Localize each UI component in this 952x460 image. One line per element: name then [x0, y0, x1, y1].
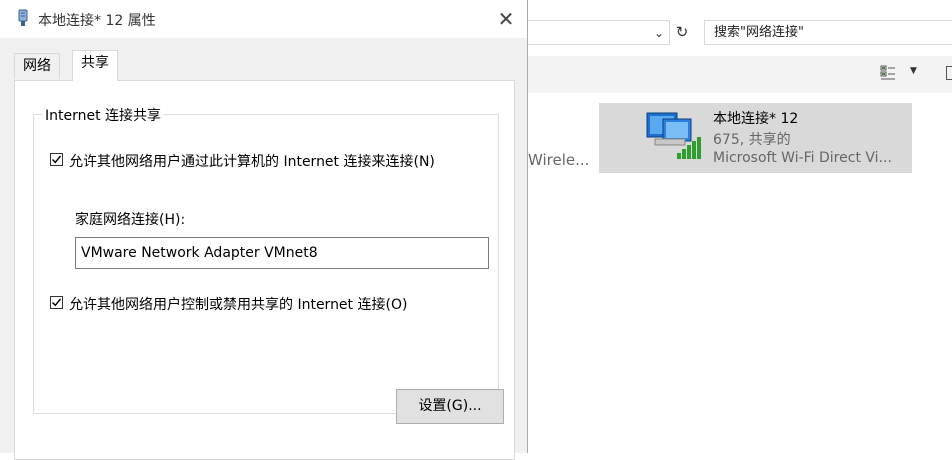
sharing-tab-panel: Internet 连接共享 允许其他网络用户通过此计算机的 Internet 连… [14, 80, 515, 460]
home-network-label: 家庭网络连接(H): [75, 212, 186, 228]
connection-device: Microsoft Wi-Fi Direct Vi... [713, 150, 892, 166]
pane-toggle-icon[interactable] [946, 66, 952, 80]
connection-status: 675, 共享的 [713, 132, 791, 148]
tab-sharing[interactable]: 共享 [72, 50, 118, 81]
connection-item-local-12[interactable]: 本地连接* 12 675, 共享的 Microsoft Wi-Fi Direct… [599, 103, 912, 173]
address-bar[interactable] [520, 20, 670, 45]
checkbox-checked-icon[interactable] [50, 153, 63, 166]
tab-network[interactable]: 网络 [14, 53, 60, 79]
dialog-title: 本地连接* 12 属性 [38, 13, 156, 29]
search-input[interactable]: 搜索"网络连接" [704, 20, 952, 45]
view-dropdown-icon[interactable]: ▼ [910, 66, 917, 76]
refresh-icon[interactable]: ↻ [670, 20, 694, 45]
network-adapter-icon [643, 109, 707, 165]
change-view-icon[interactable] [880, 65, 896, 81]
allow-control-label: 允许其他网络用户控制或禁用共享的 Internet 连接(O) [69, 297, 408, 313]
network-adapter-small-icon [16, 9, 30, 27]
checkbox-checked-icon[interactable] [50, 296, 63, 309]
tab-strip: 网络 共享 [14, 50, 514, 81]
allow-connect-label: 允许其他网络用户通过此计算机的 Internet 连接来连接(N) [69, 154, 435, 170]
dialog-titlebar[interactable]: 本地连接* 12 属性 ✕ [0, 0, 527, 38]
connection-name: 本地连接* 12 [713, 111, 799, 127]
settings-button[interactable]: 设置(G)... [396, 389, 504, 424]
home-network-field[interactable]: VMware Network Adapter VMnet8 [75, 237, 489, 269]
internet-sharing-group: Internet 连接共享 允许其他网络用户通过此计算机的 Internet 连… [33, 105, 504, 424]
chevron-down-icon[interactable]: ⌄ [651, 24, 667, 42]
close-icon[interactable]: ✕ [492, 6, 520, 32]
wireless-item-label[interactable]: Wirele... [528, 151, 589, 169]
properties-dialog: 本地连接* 12 属性 ✕ 网络 共享 Internet 连接共享 允许其他网络… [0, 0, 528, 460]
group-title: Internet 连接共享 [42, 105, 165, 125]
